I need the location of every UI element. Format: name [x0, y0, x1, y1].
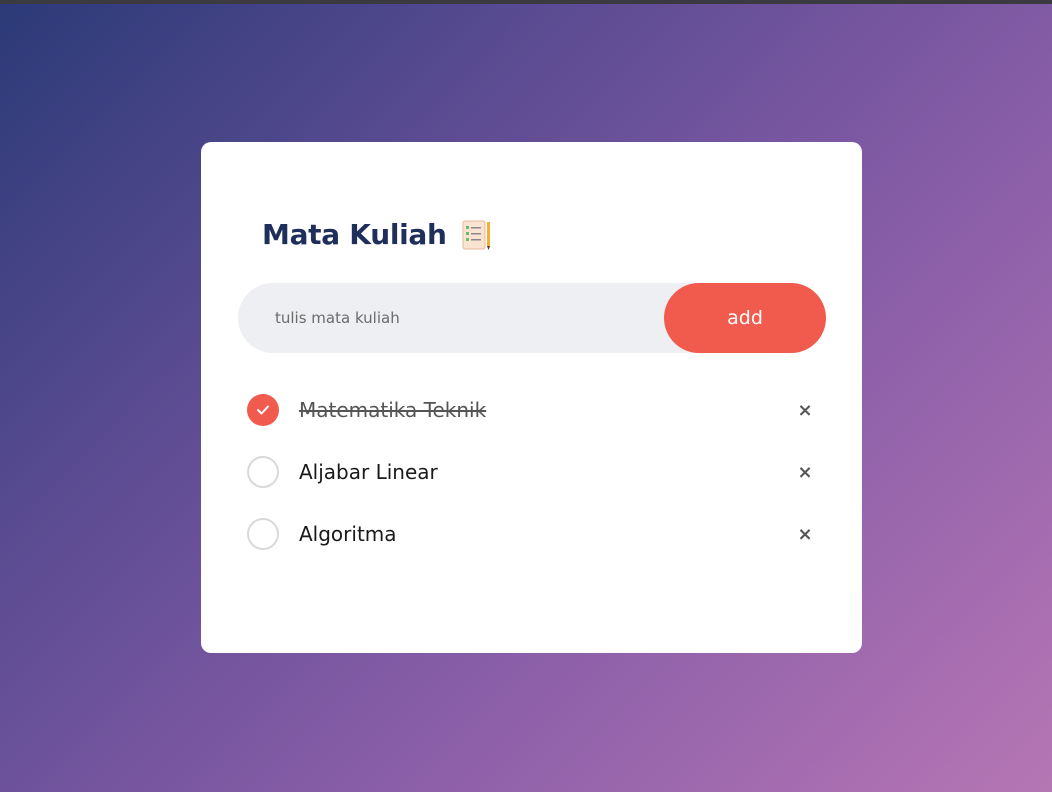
add-button[interactable]: add [664, 283, 826, 353]
notepad-icon [461, 219, 491, 251]
check-circle-icon[interactable] [247, 394, 279, 426]
task-input[interactable] [238, 283, 658, 353]
task-label[interactable]: Matematika Teknik [299, 394, 486, 426]
list-item: Matematika Teknik × [247, 394, 817, 456]
task-list: Matematika Teknik × Aljabar Linear × Alg… [247, 394, 817, 580]
unchecked-circle-icon[interactable] [247, 456, 279, 488]
page-title: Mata Kuliah [262, 218, 447, 251]
close-icon[interactable]: × [793, 521, 817, 547]
title-row: Mata Kuliah [262, 218, 491, 251]
task-label[interactable]: Algoritma [299, 518, 397, 550]
close-icon[interactable]: × [793, 397, 817, 423]
list-item: Algoritma × [247, 518, 817, 580]
unchecked-circle-icon[interactable] [247, 518, 279, 550]
todo-card: Mata Kuliah add Ma [201, 142, 862, 653]
list-item: Aljabar Linear × [247, 456, 817, 518]
window-top-edge [0, 0, 1052, 4]
task-label[interactable]: Aljabar Linear [299, 456, 438, 488]
close-icon[interactable]: × [793, 459, 817, 485]
add-task-form: add [238, 283, 826, 353]
